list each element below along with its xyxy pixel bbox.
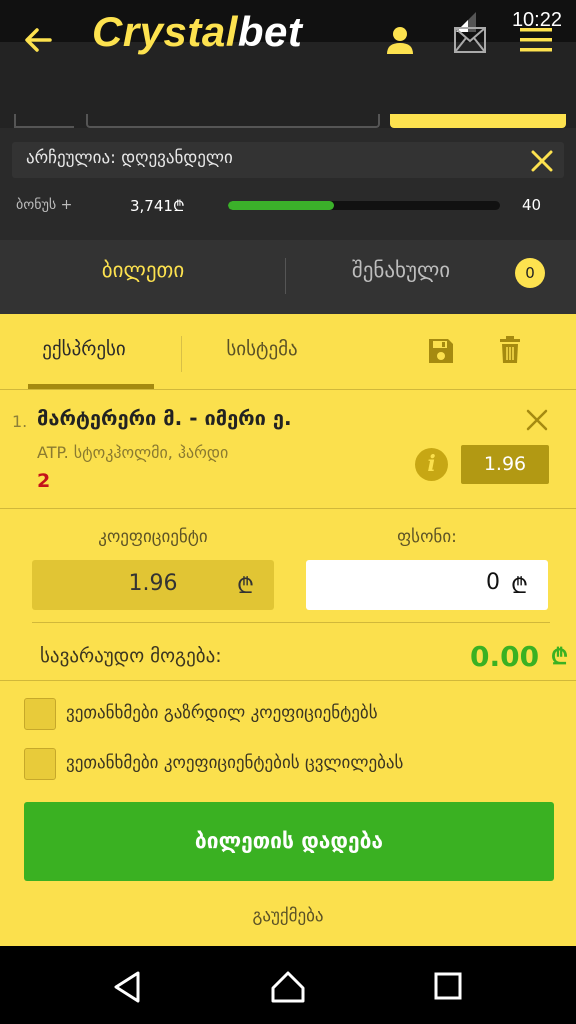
currency-icon: ₾ [237,574,254,599]
tab-ticket[interactable]: ბილეთი [0,258,286,282]
accept-odds-change-label[interactable]: ვეთანხმები კოეფიციენტების ცვლილებას [66,753,403,773]
cancel-link[interactable]: გაუქმება [0,906,576,926]
header-tab-stub-active [390,114,566,128]
save-icon[interactable] [428,338,454,364]
divider [32,622,550,623]
info-icon[interactable]: i [415,448,448,481]
currency-icon: ₾ [551,645,568,670]
coefficient-label: კოეფიციენტი [98,527,208,547]
currency-icon: ₾ [511,574,528,599]
accept-odds-change-checkbox[interactable] [24,748,56,780]
place-bet-button[interactable]: ბილეთის დადება [24,802,554,881]
nav-back-icon[interactable] [112,970,142,1004]
event-subtitle: ATP. სტოკჰოლმი, ჰარდი [37,443,229,462]
close-icon[interactable] [526,409,548,431]
stake-label: ფსონი: [397,527,457,547]
trash-icon[interactable] [499,336,521,364]
event-index: 1. [12,412,28,431]
close-icon[interactable] [531,150,553,172]
mail-icon[interactable] [453,26,487,54]
tab-divider [181,336,182,372]
accept-higher-odds-label[interactable]: ვეთანხმები გაზრდილ კოეფიციენტებს [66,703,378,723]
header-tab-stub [86,114,380,128]
logo-crystal: Crystal [92,8,238,55]
divider [0,680,576,681]
tab-saved[interactable]: შენახული [286,258,516,282]
divider [0,508,576,509]
bonus-progress-fill [228,201,335,210]
tab-system[interactable]: სისტემა [200,338,324,360]
back-arrow-icon[interactable] [22,24,54,56]
user-icon[interactable] [384,24,416,56]
event-title: მარტერერი მ. - იმერი ე. [37,406,292,430]
menu-icon[interactable] [518,24,554,56]
nav-home-icon[interactable] [270,970,306,1004]
event-selection: 2 [37,470,51,492]
divider [0,389,576,390]
bonus-amount: 3,741₾ [130,197,185,215]
header-tab-stub [14,114,74,128]
bonus-target: 40 [522,196,542,214]
bonus-progress-bar [228,201,500,210]
logo-bet: bet [237,8,303,55]
accept-higher-odds-checkbox[interactable] [24,698,56,730]
saved-count-badge: 0 [515,258,545,288]
event-odds[interactable]: 1.96 [461,445,549,484]
tab-express[interactable]: ექსპრესი [14,338,154,360]
nav-recents-icon[interactable] [434,972,462,1000]
filter-text: არჩეულია: დღევანდელი [26,148,233,168]
potential-win-label: სავარაუდო მოგება: [40,645,222,667]
potential-win-value: 0.00 [470,640,540,673]
stake-value[interactable]: 0 [306,570,500,595]
logo: Crystalbet [92,8,302,56]
bonus-label: ბონუს + [16,197,73,213]
